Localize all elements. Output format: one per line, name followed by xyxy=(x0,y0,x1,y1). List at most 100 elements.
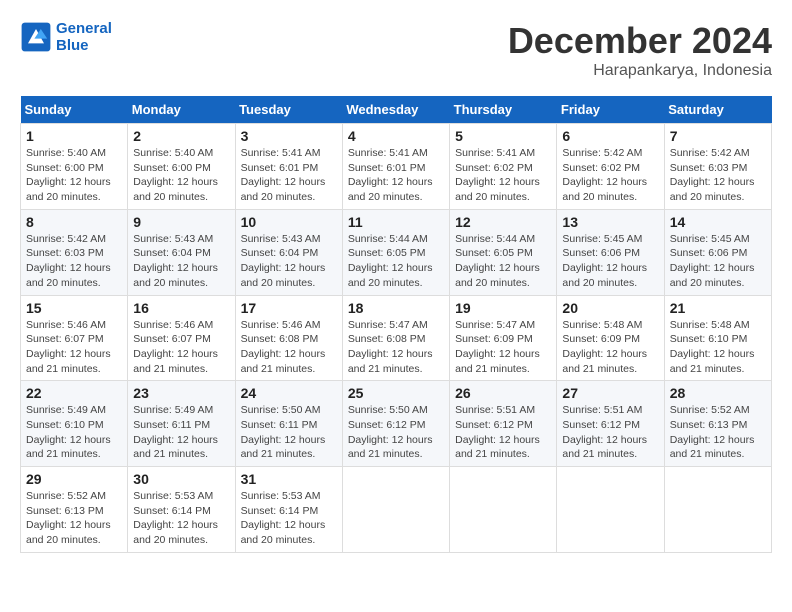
day-number: 23 xyxy=(133,385,229,401)
day-detail: Sunrise: 5:40 AMSunset: 6:00 PMDaylight:… xyxy=(26,146,122,205)
calendar-cell: 12 Sunrise: 5:44 AMSunset: 6:05 PMDayligh… xyxy=(450,209,557,295)
day-detail: Sunrise: 5:41 AMSunset: 6:02 PMDaylight:… xyxy=(455,146,551,205)
header-sunday: Sunday xyxy=(21,96,128,124)
calendar-cell: 4Sunrise: 5:41 AMSunset: 6:01 PMDaylight… xyxy=(342,124,449,210)
calendar-cell: 2 Sunrise: 5:40 AMSunset: 6:00 PMDaylight… xyxy=(128,124,235,210)
page-header: General Blue December 2024 Harapankarya,… xyxy=(20,20,772,80)
header-friday: Friday xyxy=(557,96,664,124)
day-detail: Sunrise: 5:46 AMSunset: 6:07 PMDaylight:… xyxy=(26,318,122,377)
calendar-cell: 11 Sunrise: 5:44 AMSunset: 6:05 PMDayligh… xyxy=(342,209,449,295)
header-thursday: Thursday xyxy=(450,96,557,124)
day-number: 28 xyxy=(670,385,766,401)
calendar-cell: 25 Sunrise: 5:50 AMSunset: 6:12 PMDayligh… xyxy=(342,381,449,467)
day-detail: Sunrise: 5:42 AMSunset: 6:03 PMDaylight:… xyxy=(670,146,766,205)
day-number: 8 xyxy=(26,214,122,230)
calendar-cell: 28 Sunrise: 5:52 AMSunset: 6:13 PMDayligh… xyxy=(664,381,771,467)
calendar-cell: 22 Sunrise: 5:49 AMSunset: 6:10 PMDayligh… xyxy=(21,381,128,467)
location-title: Harapankarya, Indonesia xyxy=(508,62,772,80)
calendar-cell: 26 Sunrise: 5:51 AMSunset: 6:12 PMDayligh… xyxy=(450,381,557,467)
day-number: 12 xyxy=(455,214,551,230)
logo-text: General Blue xyxy=(56,20,112,54)
calendar-header-row: SundayMondayTuesdayWednesdayThursdayFrid… xyxy=(21,96,772,124)
day-detail: Sunrise: 5:44 AMSunset: 6:05 PMDaylight:… xyxy=(455,232,551,291)
calendar-cell: 10 Sunrise: 5:43 AMSunset: 6:04 PMDayligh… xyxy=(235,209,342,295)
header-tuesday: Tuesday xyxy=(235,96,342,124)
day-detail: Sunrise: 5:45 AMSunset: 6:06 PMDaylight:… xyxy=(670,232,766,291)
calendar-cell xyxy=(557,467,664,553)
logo: General Blue xyxy=(20,20,112,54)
day-number: 13 xyxy=(562,214,658,230)
day-detail: Sunrise: 5:50 AMSunset: 6:12 PMDaylight:… xyxy=(348,403,444,462)
day-number: 2 xyxy=(133,128,229,144)
day-number: 24 xyxy=(241,385,337,401)
day-number: 25 xyxy=(348,385,444,401)
day-number: 29 xyxy=(26,471,122,487)
day-detail: Sunrise: 5:41 AMSunset: 6:01 PMDaylight:… xyxy=(348,146,444,205)
day-number: 1 xyxy=(26,128,122,144)
calendar-cell: 15 Sunrise: 5:46 AMSunset: 6:07 PMDayligh… xyxy=(21,295,128,381)
day-detail: Sunrise: 5:49 AMSunset: 6:11 PMDaylight:… xyxy=(133,403,229,462)
calendar-cell: 5 Sunrise: 5:41 AMSunset: 6:02 PMDaylight… xyxy=(450,124,557,210)
day-detail: Sunrise: 5:52 AMSunset: 6:13 PMDaylight:… xyxy=(670,403,766,462)
month-title: December 2024 xyxy=(508,20,772,62)
day-detail: Sunrise: 5:40 AMSunset: 6:00 PMDaylight:… xyxy=(133,146,229,205)
day-number: 22 xyxy=(26,385,122,401)
logo-icon xyxy=(20,21,52,53)
day-detail: Sunrise: 5:43 AMSunset: 6:04 PMDaylight:… xyxy=(241,232,337,291)
day-detail: Sunrise: 5:41 AMSunset: 6:01 PMDaylight:… xyxy=(241,146,337,205)
day-detail: Sunrise: 5:53 AMSunset: 6:14 PMDaylight:… xyxy=(241,489,337,548)
calendar-cell: 19 Sunrise: 5:47 AMSunset: 6:09 PMDayligh… xyxy=(450,295,557,381)
title-area: December 2024 Harapankarya, Indonesia xyxy=(508,20,772,80)
calendar-cell: 20Sunrise: 5:48 AMSunset: 6:09 PMDayligh… xyxy=(557,295,664,381)
calendar-table: SundayMondayTuesdayWednesdayThursdayFrid… xyxy=(20,96,772,553)
calendar-cell: 17Sunrise: 5:46 AMSunset: 6:08 PMDayligh… xyxy=(235,295,342,381)
calendar-week-1: 1 Sunrise: 5:40 AMSunset: 6:00 PMDaylight… xyxy=(21,124,772,210)
header-saturday: Saturday xyxy=(664,96,771,124)
day-number: 16 xyxy=(133,300,229,316)
calendar-cell: 13 Sunrise: 5:45 AMSunset: 6:06 PMDayligh… xyxy=(557,209,664,295)
day-number: 15 xyxy=(26,300,122,316)
calendar-cell: 6Sunrise: 5:42 AMSunset: 6:02 PMDaylight… xyxy=(557,124,664,210)
day-detail: Sunrise: 5:51 AMSunset: 6:12 PMDaylight:… xyxy=(562,403,658,462)
day-detail: Sunrise: 5:42 AMSunset: 6:02 PMDaylight:… xyxy=(562,146,658,205)
calendar-cell: 16 Sunrise: 5:46 AMSunset: 6:07 PMDayligh… xyxy=(128,295,235,381)
calendar-week-5: 29 Sunrise: 5:52 AMSunset: 6:13 PMDayligh… xyxy=(21,467,772,553)
day-number: 11 xyxy=(348,214,444,230)
day-detail: Sunrise: 5:43 AMSunset: 6:04 PMDaylight:… xyxy=(133,232,229,291)
day-number: 5 xyxy=(455,128,551,144)
day-detail: Sunrise: 5:50 AMSunset: 6:11 PMDaylight:… xyxy=(241,403,337,462)
calendar-cell: 14 Sunrise: 5:45 AMSunset: 6:06 PMDayligh… xyxy=(664,209,771,295)
day-detail: Sunrise: 5:51 AMSunset: 6:12 PMDaylight:… xyxy=(455,403,551,462)
calendar-week-2: 8Sunrise: 5:42 AMSunset: 6:03 PMDaylight… xyxy=(21,209,772,295)
calendar-cell: 18Sunrise: 5:47 AMSunset: 6:08 PMDayligh… xyxy=(342,295,449,381)
day-number: 10 xyxy=(241,214,337,230)
day-number: 19 xyxy=(455,300,551,316)
day-detail: Sunrise: 5:49 AMSunset: 6:10 PMDaylight:… xyxy=(26,403,122,462)
calendar-cell: 3 Sunrise: 5:41 AMSunset: 6:01 PMDaylight… xyxy=(235,124,342,210)
day-number: 14 xyxy=(670,214,766,230)
calendar-week-3: 15 Sunrise: 5:46 AMSunset: 6:07 PMDayligh… xyxy=(21,295,772,381)
day-detail: Sunrise: 5:52 AMSunset: 6:13 PMDaylight:… xyxy=(26,489,122,548)
calendar-cell xyxy=(664,467,771,553)
calendar-cell: 23 Sunrise: 5:49 AMSunset: 6:11 PMDayligh… xyxy=(128,381,235,467)
day-detail: Sunrise: 5:45 AMSunset: 6:06 PMDaylight:… xyxy=(562,232,658,291)
day-detail: Sunrise: 5:48 AMSunset: 6:09 PMDaylight:… xyxy=(562,318,658,377)
calendar-cell xyxy=(450,467,557,553)
day-detail: Sunrise: 5:46 AMSunset: 6:07 PMDaylight:… xyxy=(133,318,229,377)
day-detail: Sunrise: 5:48 AMSunset: 6:10 PMDaylight:… xyxy=(670,318,766,377)
day-number: 17 xyxy=(241,300,337,316)
day-number: 31 xyxy=(241,471,337,487)
day-number: 3 xyxy=(241,128,337,144)
calendar-cell: 30Sunrise: 5:53 AMSunset: 6:14 PMDayligh… xyxy=(128,467,235,553)
calendar-cell: 21Sunrise: 5:48 AMSunset: 6:10 PMDayligh… xyxy=(664,295,771,381)
calendar-cell: 8Sunrise: 5:42 AMSunset: 6:03 PMDaylight… xyxy=(21,209,128,295)
day-number: 26 xyxy=(455,385,551,401)
day-detail: Sunrise: 5:44 AMSunset: 6:05 PMDaylight:… xyxy=(348,232,444,291)
day-number: 27 xyxy=(562,385,658,401)
calendar-cell xyxy=(342,467,449,553)
calendar-cell: 1 Sunrise: 5:40 AMSunset: 6:00 PMDaylight… xyxy=(21,124,128,210)
day-detail: Sunrise: 5:53 AMSunset: 6:14 PMDaylight:… xyxy=(133,489,229,548)
calendar-cell: 29 Sunrise: 5:52 AMSunset: 6:13 PMDayligh… xyxy=(21,467,128,553)
calendar-week-4: 22 Sunrise: 5:49 AMSunset: 6:10 PMDayligh… xyxy=(21,381,772,467)
day-detail: Sunrise: 5:47 AMSunset: 6:09 PMDaylight:… xyxy=(455,318,551,377)
